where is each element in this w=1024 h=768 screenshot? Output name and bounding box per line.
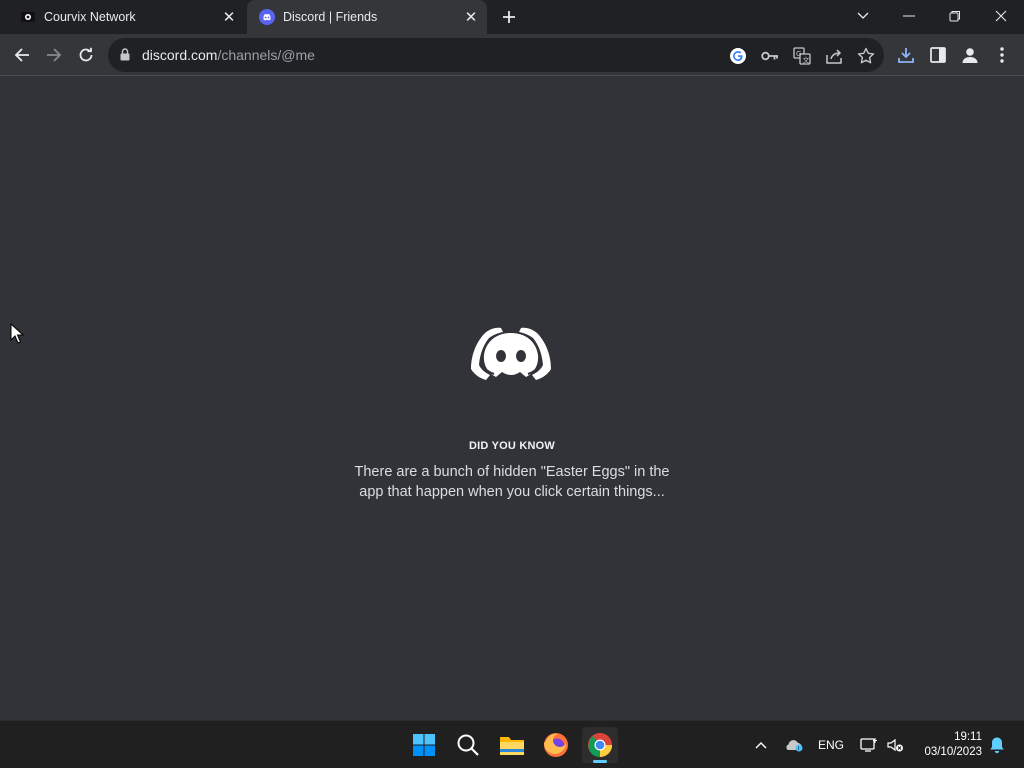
svg-text:G: G — [796, 50, 801, 58]
forward-button[interactable] — [38, 39, 70, 71]
volume-muted-icon[interactable] — [884, 733, 906, 757]
browser-toolbar: discord.com/channels/@me G文 — [0, 34, 1024, 76]
search-button[interactable] — [450, 727, 486, 763]
url-path: /channels/@me — [217, 47, 315, 63]
onedrive-icon[interactable]: i — [782, 733, 806, 757]
loading-tip-text: There are a bunch of hidden "Easter Eggs… — [354, 464, 670, 500]
svg-text:文: 文 — [803, 56, 810, 65]
show-hidden-icons-chevron-icon[interactable] — [750, 733, 772, 757]
tab-title: Courvix Network — [44, 10, 136, 24]
discord-logo-icon — [471, 327, 551, 380]
start-button[interactable] — [406, 727, 442, 763]
courvix-favicon-icon — [20, 9, 36, 25]
translate-icon[interactable]: G文 — [791, 45, 813, 67]
side-panel-icon[interactable] — [926, 43, 950, 67]
close-tab-icon[interactable]: ✕ — [219, 7, 239, 27]
close-window-button[interactable] — [978, 0, 1024, 32]
input-language-indicator[interactable]: ENG — [814, 733, 848, 757]
mouse-cursor-icon — [10, 323, 24, 344]
network-icon[interactable] — [858, 733, 880, 757]
clock-time: 19:11 — [954, 731, 982, 743]
tab-title: Discord | Friends — [283, 10, 378, 24]
url-domain: discord.com — [142, 47, 218, 63]
windows-taskbar: i ENG 19:11 03/10/2023 — [0, 720, 1024, 768]
chrome-icon — [588, 733, 613, 757]
url-text: discord.com/channels/@me — [142, 47, 315, 63]
did-you-know-heading: DID YOU KNOW — [469, 440, 555, 452]
notification-bell-icon[interactable] — [986, 733, 1008, 757]
tab-discord-friends[interactable]: Discord | Friends ✕ — [247, 0, 487, 34]
key-icon[interactable] — [759, 45, 781, 67]
minimize-window-button[interactable] — [886, 0, 932, 32]
windows-logo-icon — [413, 734, 435, 756]
folder-icon — [500, 737, 524, 755]
profile-avatar-icon[interactable] — [958, 43, 982, 67]
tab-search-chevron-icon[interactable] — [840, 0, 886, 32]
download-icon[interactable] — [894, 43, 918, 67]
address-bar[interactable]: discord.com/channels/@me G文 — [108, 38, 884, 72]
close-tab-icon[interactable]: ✕ — [461, 7, 481, 27]
file-explorer-button[interactable] — [494, 727, 530, 763]
taskbar-clock[interactable]: 19:11 03/10/2023 — [910, 730, 982, 760]
reload-button[interactable] — [70, 39, 102, 71]
firefox-button[interactable] — [538, 727, 574, 763]
restore-window-button[interactable] — [932, 0, 978, 32]
more-menu-icon[interactable] — [990, 43, 1014, 67]
new-tab-button[interactable] — [498, 6, 520, 28]
browser-tab-strip: Courvix Network ✕ Discord | Friends ✕ — [0, 0, 1024, 34]
search-icon — [457, 734, 479, 756]
firefox-icon — [544, 733, 568, 757]
active-app-indicator — [593, 760, 607, 763]
bookmark-star-icon[interactable] — [855, 45, 877, 67]
chrome-button[interactable] — [582, 727, 618, 763]
google-lens-icon[interactable] — [727, 45, 749, 67]
lock-icon[interactable] — [120, 48, 130, 66]
back-button[interactable] — [6, 39, 38, 71]
clock-date: 03/10/2023 — [924, 746, 982, 758]
discord-favicon-icon — [259, 9, 275, 25]
discord-loading-screen: DID YOU KNOW There are a bunch of hidden… — [0, 77, 1024, 720]
tab-courvix-network[interactable]: Courvix Network ✕ — [8, 0, 245, 34]
share-icon[interactable] — [823, 45, 845, 67]
